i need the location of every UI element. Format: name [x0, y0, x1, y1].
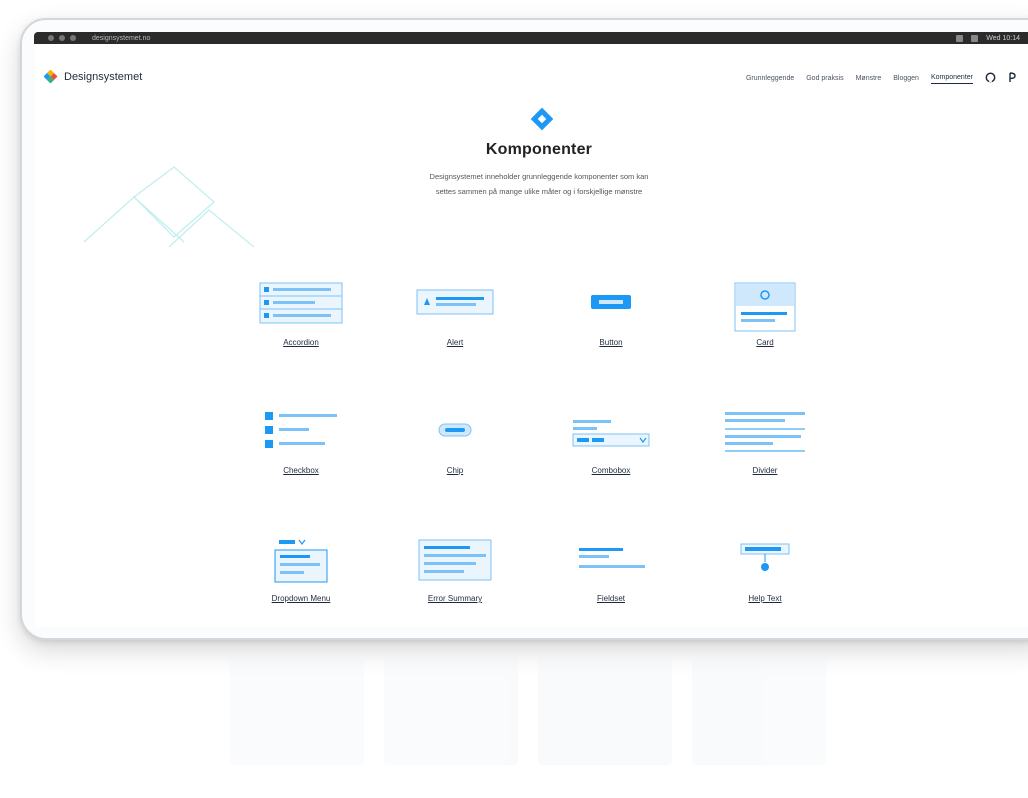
clock: Wed 10:14 [986, 34, 1020, 42]
component-label: Button [599, 338, 623, 347]
component-label: Card [756, 338, 774, 347]
component-card-button[interactable]: Button [556, 282, 666, 377]
card-illustration-icon [734, 282, 796, 332]
nav-god-praksis[interactable]: God praksis [806, 75, 843, 82]
nav-bloggen[interactable]: Bloggen [893, 75, 919, 82]
component-card-divider[interactable]: Divider [710, 410, 820, 505]
maximize-window-icon[interactable] [70, 35, 76, 41]
component-card-card[interactable]: Card [710, 282, 820, 377]
device-reflection [230, 655, 830, 775]
site-logo[interactable]: Designsystemet [44, 70, 142, 84]
device-frame: designsystemet.no Wed 10:14 Designsystem… [20, 18, 1028, 640]
window-controls[interactable] [48, 35, 76, 41]
component-label: Divider [752, 466, 778, 475]
dropdown-menu-illustration-icon [274, 539, 328, 583]
component-label: Alert [446, 338, 464, 347]
component-label: Checkbox [283, 466, 319, 475]
component-label: Fieldset [596, 594, 625, 603]
component-label: Dropdown Menu [271, 594, 331, 603]
theme-toggle-icon[interactable] [1008, 72, 1016, 85]
designsystemet-logo-icon [44, 70, 58, 84]
main-nav: Grunnleggende God praksis Mønstre Blogge… [746, 72, 1016, 85]
site-header: Designsystemet Grunnleggende God praksis… [34, 68, 1028, 88]
component-label: Help Text [748, 594, 782, 603]
battery-icon [971, 34, 979, 42]
nav-komponenter[interactable]: Komponenter [930, 74, 973, 84]
button-illustration-icon [591, 295, 631, 309]
github-icon[interactable] [985, 72, 996, 85]
component-card-error-summary[interactable]: Error Summary [400, 538, 510, 627]
component-label: Accordion [283, 338, 319, 347]
os-top-bar: designsystemet.no Wed 10:14 [34, 32, 1028, 44]
component-label: Combobox [591, 466, 631, 475]
minimize-window-icon[interactable] [59, 35, 65, 41]
error-summary-illustration-icon [418, 539, 492, 581]
alert-illustration-icon [416, 289, 494, 315]
divider-illustration-icon [725, 412, 805, 452]
browser-screen: designsystemet.no Wed 10:14 Designsystem… [34, 32, 1028, 627]
nav-monstre[interactable]: Mønstre [856, 75, 882, 82]
nav-grunnleggende[interactable]: Grunnleggende [746, 75, 794, 82]
address-bar[interactable]: designsystemet.no [92, 35, 150, 42]
component-card-dropdown-menu[interactable]: Dropdown Menu [246, 538, 356, 627]
component-card-accordion[interactable]: Accordion [246, 282, 356, 377]
components-diamond-icon [530, 107, 554, 131]
component-card-help-text[interactable]: Help Text [710, 538, 820, 627]
hero-section: Komponenter Designsystemet inneholder gr… [34, 106, 1028, 199]
component-card-fieldset[interactable]: Fieldset [556, 538, 666, 627]
fieldset-illustration-icon [579, 548, 645, 568]
reflection-tile [692, 655, 826, 765]
logo-text: Designsystemet [64, 71, 143, 83]
reflection-tile [538, 655, 672, 765]
close-window-icon[interactable] [48, 35, 54, 41]
checkbox-illustration-icon [265, 412, 337, 448]
chip-illustration-icon [438, 423, 472, 437]
combobox-illustration-icon [572, 420, 650, 447]
status-area: Wed 10:14 [956, 34, 1020, 42]
component-label: Chip [446, 466, 464, 475]
component-card-chip[interactable]: Chip [400, 410, 510, 505]
help-text-illustration-icon [740, 543, 790, 571]
component-card-combobox[interactable]: Combobox [556, 410, 666, 505]
component-label: Error Summary [427, 594, 483, 603]
wifi-icon [956, 34, 964, 42]
accordion-illustration-icon [259, 282, 343, 324]
page-description: Designsystemet inneholder grunnleggende … [34, 169, 1028, 199]
page-description-line-2: settes sammen på mange ulike måter og i … [435, 187, 643, 196]
reflection-tile [384, 655, 518, 765]
component-card-checkbox[interactable]: Checkbox [246, 410, 356, 505]
page-description-line-1: Designsystemet inneholder grunnleggende … [429, 172, 649, 181]
component-card-alert[interactable]: Alert [400, 282, 510, 377]
reflection-tile [230, 655, 364, 765]
page-title: Komponenter [485, 141, 593, 158]
